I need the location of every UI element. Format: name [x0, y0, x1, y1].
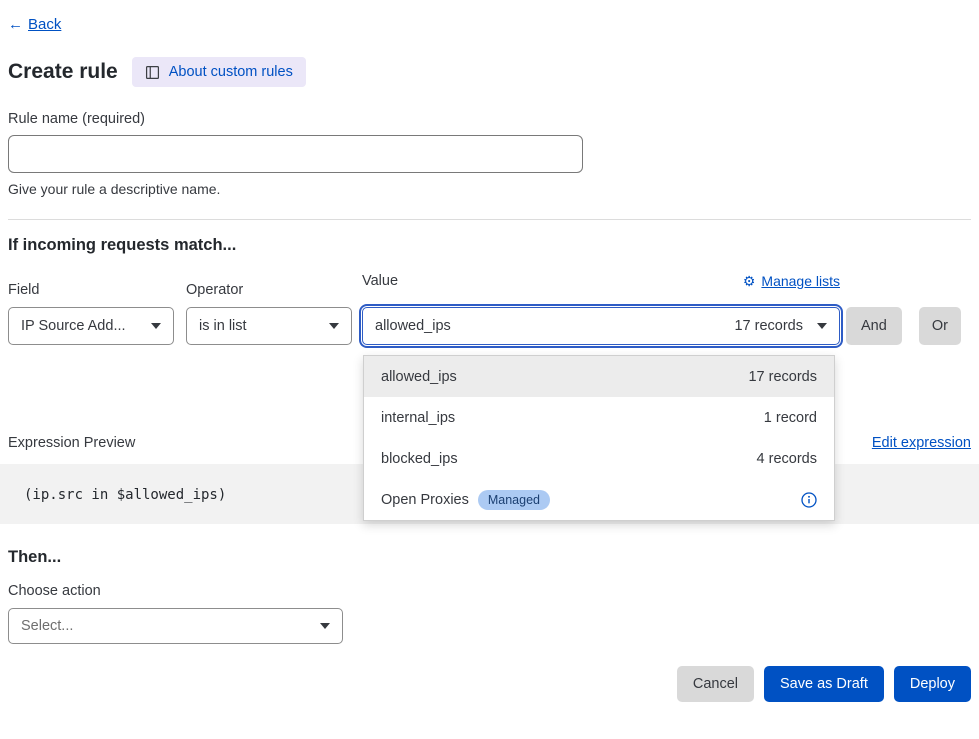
operator-select-value: is in list — [199, 318, 247, 334]
list-option-records: 1 record — [764, 410, 817, 426]
back-arrow-icon: ← — [8, 16, 23, 33]
operator-select[interactable]: is in list — [186, 307, 352, 345]
field-select-value: IP Source Add... — [21, 318, 126, 334]
deploy-button[interactable]: Deploy — [894, 666, 971, 702]
chevron-down-icon — [151, 323, 161, 329]
book-icon — [145, 65, 160, 80]
list-dropdown: allowed_ips 17 records internal_ips 1 re… — [363, 355, 835, 521]
operator-label: Operator — [186, 282, 352, 298]
manage-lists-label: Manage lists — [761, 273, 840, 289]
rule-name-input[interactable] — [8, 135, 583, 173]
edit-expression-link[interactable]: Edit expression — [872, 435, 971, 451]
chevron-down-icon — [320, 623, 330, 629]
list-option-internal-ips[interactable]: internal_ips 1 record — [364, 397, 834, 438]
manage-lists-link[interactable]: ⚙ Manage lists — [743, 273, 840, 289]
list-option-allowed-ips[interactable]: allowed_ips 17 records — [364, 356, 834, 397]
list-option-records: 17 records — [748, 369, 817, 385]
value-select-value: allowed_ips — [375, 318, 451, 334]
expression-code: (ip.src in $allowed_ips) — [24, 487, 226, 503]
gear-icon: ⚙ — [743, 274, 756, 288]
back-link[interactable]: ← Back — [8, 16, 61, 33]
list-option-name: internal_ips — [381, 410, 455, 426]
title-row: Create rule About custom rules — [8, 57, 971, 87]
expression-preview-label: Expression Preview — [8, 435, 135, 451]
page-title: Create rule — [8, 60, 118, 84]
info-icon[interactable] — [801, 492, 817, 508]
list-option-blocked-ips[interactable]: blocked_ips 4 records — [364, 438, 834, 479]
choose-action-label: Choose action — [8, 583, 971, 599]
rule-name-help: Give your rule a descriptive name. — [8, 181, 971, 197]
value-select-records: 17 records — [734, 318, 803, 334]
value-label-row: Value ⚙ Manage lists — [362, 273, 840, 289]
action-select[interactable]: Select... — [8, 608, 343, 644]
about-custom-rules-link[interactable]: About custom rules — [132, 57, 306, 87]
list-option-name-wrap: Open Proxies Managed — [381, 490, 550, 510]
action-select-placeholder: Select... — [21, 618, 73, 634]
rule-name-label: Rule name (required) — [8, 111, 971, 127]
operator-column: Operator is in list — [186, 282, 352, 345]
or-button[interactable]: Or — [919, 307, 961, 345]
field-select[interactable]: IP Source Add... — [8, 307, 174, 345]
about-link-label: About custom rules — [169, 64, 293, 80]
value-label: Value — [362, 273, 398, 289]
section-divider — [8, 219, 971, 220]
list-option-records: 4 records — [757, 451, 817, 467]
chevron-down-icon — [817, 323, 827, 329]
managed-badge: Managed — [478, 490, 550, 510]
back-link-label: Back — [28, 16, 61, 33]
cancel-button[interactable]: Cancel — [677, 666, 754, 702]
value-column: Value ⚙ Manage lists allowed_ips 17 reco… — [362, 273, 840, 345]
value-select-right: 17 records — [734, 318, 827, 334]
match-condition-row: Field IP Source Add... Operator is in li… — [8, 273, 971, 345]
value-select[interactable]: allowed_ips 17 records — [362, 307, 840, 345]
then-section-title: Then... — [8, 548, 971, 567]
field-label: Field — [8, 282, 174, 298]
chevron-down-icon — [329, 323, 339, 329]
field-column: Field IP Source Add... — [8, 282, 174, 345]
list-option-open-proxies[interactable]: Open Proxies Managed — [364, 479, 834, 520]
create-rule-page: ← Back Create rule About custom rules Ru… — [0, 0, 979, 739]
footer-buttons: Cancel Save as Draft Deploy — [8, 666, 971, 702]
and-button[interactable]: And — [846, 307, 902, 345]
list-option-name: allowed_ips — [381, 369, 457, 385]
match-section-title: If incoming requests match... — [8, 236, 971, 255]
save-as-draft-button[interactable]: Save as Draft — [764, 666, 884, 702]
list-option-name: blocked_ips — [381, 451, 458, 467]
list-option-name: Open Proxies — [381, 492, 469, 508]
